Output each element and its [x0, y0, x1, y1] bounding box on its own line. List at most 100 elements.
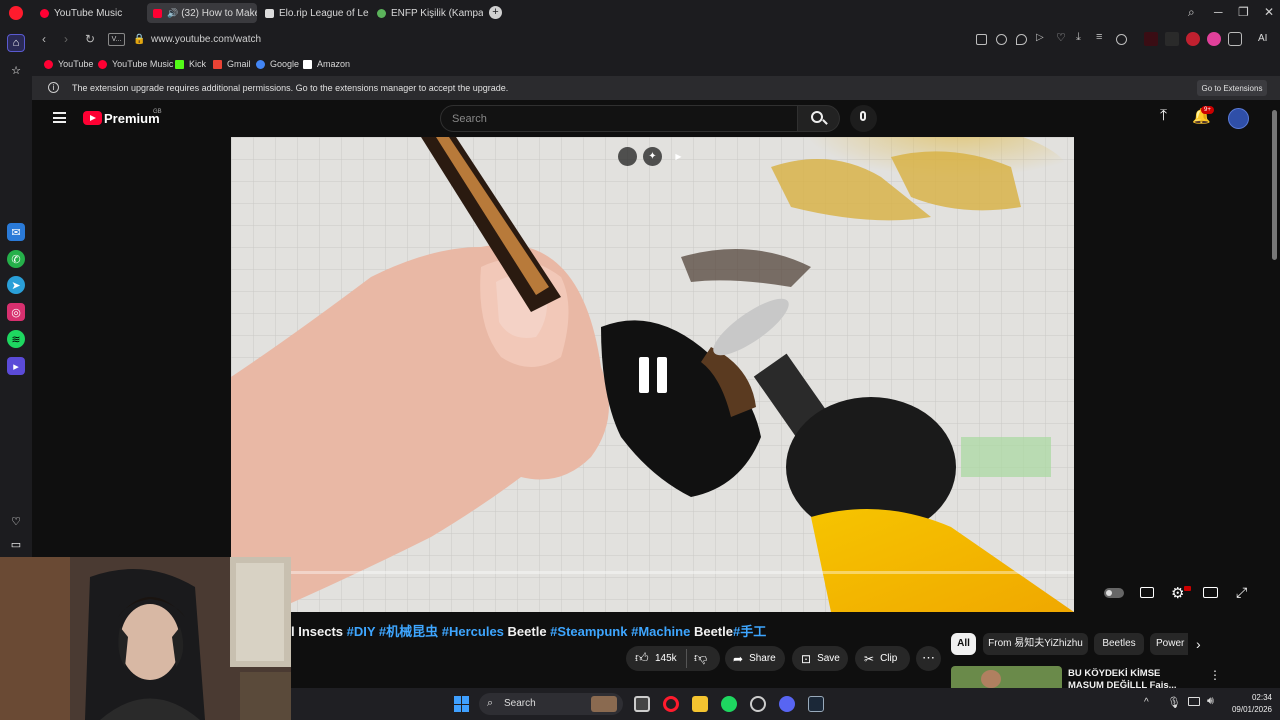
hashtag-link[interactable]: #Steampunk — [550, 624, 631, 639]
dislike-icon[interactable]: 👎︎ — [694, 650, 707, 666]
edit-icon[interactable] — [976, 34, 987, 45]
upload-icon[interactable]: ⤒ — [1160, 107, 1167, 125]
copy-link-icon[interactable] — [618, 147, 637, 166]
profile-icon[interactable] — [1116, 34, 1127, 45]
menu-icon[interactable]: ≡ — [1096, 31, 1107, 43]
maximize-icon[interactable]: ❐ — [1238, 5, 1249, 19]
download-icon[interactable]: ⤓ — [1076, 31, 1087, 43]
heart-icon[interactable]: ♡ — [7, 512, 25, 530]
whatsapp-icon[interactable]: ✆ — [7, 250, 25, 268]
more-actions-icon[interactable]: ⋯ — [916, 646, 941, 671]
avatar[interactable] — [1228, 108, 1249, 129]
instagram-icon[interactable]: ◎ — [7, 303, 25, 321]
bookmark-gmail[interactable]: Gmail — [213, 59, 251, 69]
discord-taskbar-icon[interactable] — [779, 696, 795, 712]
play-icon[interactable]: ▷ — [1036, 32, 1047, 43]
search-input[interactable]: Search — [440, 105, 798, 132]
tab-youtube-video[interactable]: 🔊(32) How to Make Re — [147, 3, 257, 23]
bookmark-youtube-music[interactable]: YouTube Music — [98, 59, 173, 69]
bookmark-amazon[interactable]: Amazon — [303, 59, 350, 69]
microphone-tray-icon[interactable]: 🎙︎ — [1167, 696, 1181, 709]
app-taskbar-icon[interactable] — [750, 696, 766, 712]
spotify-icon[interactable]: ≋ — [7, 330, 25, 348]
volume-icon[interactable]: 🔊︎ — [1207, 695, 1214, 708]
star-icon[interactable]: ☆ — [7, 61, 25, 79]
player-icon[interactable]: ▸ — [7, 357, 25, 375]
cinema-icon[interactable]: ▶ — [669, 147, 688, 166]
tray-chevron-icon[interactable]: ^ — [1144, 697, 1149, 708]
close-window-icon[interactable]: ✕ — [1264, 5, 1274, 19]
share-button[interactable]: ➦ Share — [725, 646, 785, 671]
pause-icon[interactable] — [639, 357, 667, 393]
search-button[interactable] — [798, 105, 840, 132]
forward-icon[interactable]: › — [64, 32, 68, 46]
hashtag-link[interactable]: #Hercules — [442, 624, 508, 639]
tab-enfp[interactable]: ENFP Kişilik (Kampanyac — [371, 3, 483, 23]
clock-date[interactable]: 09/01/2026 — [1226, 705, 1272, 714]
premium-logo[interactable]: Premium — [104, 111, 160, 126]
back-icon[interactable]: ‹ — [42, 32, 46, 46]
extensions-icon[interactable] — [1228, 32, 1242, 46]
camera-icon[interactable] — [996, 34, 1007, 45]
hashtag-link[interactable]: #DIY — [347, 624, 379, 639]
extension-2-icon[interactable] — [1165, 32, 1179, 46]
hamburger-menu-icon[interactable] — [53, 112, 66, 123]
recommended-thumbnail[interactable] — [951, 666, 1062, 688]
theater-mode-icon[interactable] — [1203, 587, 1218, 598]
minimize-icon[interactable]: ─ — [1214, 5, 1223, 19]
hashtag-link[interactable]: #Machine — [631, 624, 694, 639]
bookmark-youtube[interactable]: YouTube — [44, 59, 93, 69]
task-view-icon[interactable] — [634, 696, 650, 712]
chip-all[interactable]: All — [951, 633, 976, 655]
go-to-extensions-button[interactable]: Go to Extensions — [1197, 80, 1267, 96]
hashtag-link[interactable]: #机械昆虫 — [379, 624, 442, 639]
shield-icon[interactable] — [1016, 34, 1027, 45]
windows-start-icon[interactable] — [454, 696, 470, 712]
chevron-right-icon[interactable]: › — [1196, 636, 1201, 652]
bookmark-kick[interactable]: Kick — [175, 59, 206, 69]
like-count[interactable]: 145k — [655, 653, 677, 664]
spotify-taskbar-icon[interactable] — [721, 696, 737, 712]
like-icon[interactable]: 👍︎ — [635, 650, 649, 666]
tab-youtube-music[interactable]: YouTube Music — [34, 3, 144, 23]
voice-search-button[interactable] — [850, 105, 877, 132]
chip-beetles[interactable]: Beetles — [1094, 633, 1144, 655]
sparkle-icon[interactable]: ✦ — [643, 147, 662, 166]
telegram-icon[interactable]: ➤ — [7, 276, 25, 294]
opera-taskbar-icon[interactable] — [663, 696, 679, 712]
bookmark-google[interactable]: Google — [256, 59, 299, 69]
opera-logo-icon[interactable] — [9, 6, 23, 20]
recommended-menu-icon[interactable]: ⋮ — [1209, 668, 1221, 682]
save-button[interactable]: ⊡ Save — [792, 646, 848, 671]
youtube-logo-icon[interactable] — [83, 111, 102, 125]
video-player[interactable]: ✦ ▶ — [231, 137, 1074, 612]
autoplay-toggle[interactable] — [1104, 588, 1124, 598]
chip-from-channel[interactable]: From 易知夫YiZhizhu — [983, 633, 1088, 655]
reload-icon[interactable]: ↻ — [85, 32, 95, 46]
file-explorer-icon[interactable] — [692, 696, 708, 712]
vpn-chip[interactable]: V... — [108, 33, 125, 46]
search-tabs-icon[interactable]: ⌕ — [1188, 5, 1195, 20]
history-icon[interactable]: ▭ — [7, 535, 25, 553]
page-scrollbar[interactable] — [1270, 100, 1280, 690]
clip-button[interactable]: ✂ Clip — [855, 646, 910, 671]
new-tab-icon[interactable]: + — [489, 6, 502, 19]
extension-1-icon[interactable] — [1144, 32, 1158, 46]
chip-power[interactable]: Power — [1150, 633, 1188, 655]
network-icon[interactable] — [1188, 697, 1200, 706]
progress-bar[interactable] — [291, 571, 1074, 574]
steam-taskbar-icon[interactable] — [808, 696, 824, 712]
speaker-icon[interactable]: 🔊 — [167, 8, 178, 19]
fullscreen-icon[interactable]: ⤢ — [1236, 584, 1247, 601]
extension-3-icon[interactable] — [1186, 32, 1200, 46]
url-field[interactable]: www.youtube.com/watch — [151, 34, 261, 45]
subtitles-icon[interactable] — [1140, 587, 1154, 598]
heart-outline-icon[interactable]: ♡ — [1056, 31, 1067, 44]
recommended-title[interactable]: BU KÖYDEKİ KİMSE MASUM DEĞİLLL Fais... — [1068, 668, 1198, 688]
settings-gear-icon[interactable]: ⚙ — [1171, 584, 1184, 602]
clock-time[interactable]: 02:34 — [1242, 693, 1272, 702]
extension-4-icon[interactable] — [1207, 32, 1221, 46]
hashtag-link[interactable]: #手工 — [733, 624, 766, 639]
home-icon[interactable]: ⌂ — [7, 34, 25, 52]
tab-elo-rip[interactable]: Elo.rip League of Legend: — [259, 3, 369, 23]
